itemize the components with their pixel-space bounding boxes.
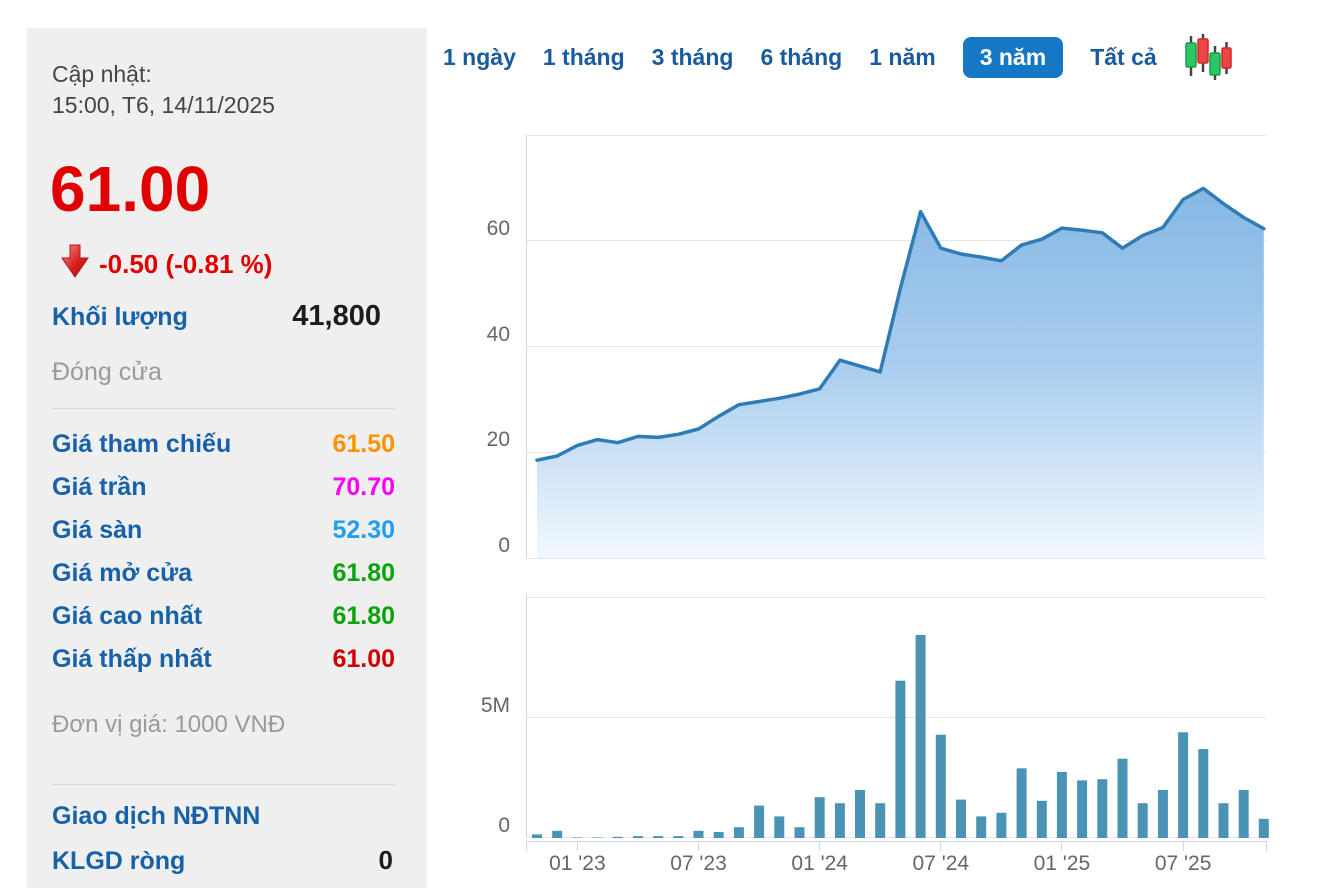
row-label: Giá mở cửa [52, 559, 192, 588]
row-value: 61.80 [332, 602, 395, 631]
x-axis-tick [1266, 842, 1267, 851]
chart-range-tabs: 1 ngày 1 tháng 3 tháng 6 tháng 1 năm 3 n… [443, 36, 1232, 78]
volume-label: Khối lượng [52, 303, 188, 332]
x-axis-tick [819, 842, 820, 851]
row-value: 61.00 [332, 645, 395, 674]
net-volume-value: 0 [379, 845, 393, 876]
x-axis-tick-label: 07 '24 [896, 852, 986, 876]
candlestick-icon[interactable] [1184, 34, 1232, 80]
row-label: Giá cao nhất [52, 602, 202, 631]
volume-bar-chart[interactable] [526, 593, 1267, 839]
price-change-value: -0.50 (-0.81 %) [99, 249, 272, 280]
quote-sidebar: Cập nhật: 15:00, T6, 14/11/2025 61.00 -0… [27, 28, 427, 888]
row-floor-price: Giá sàn 52.30 [52, 516, 395, 559]
row-label: Giá thấp nhất [52, 645, 212, 674]
divider [52, 784, 395, 785]
x-axis-tick-label: 07 '23 [654, 852, 744, 876]
row-ceiling-price: Giá trần 70.70 [52, 473, 395, 516]
divider [52, 408, 395, 409]
volume-value: 41,800 [292, 300, 381, 333]
x-axis-tick [940, 842, 941, 851]
y-axis-tick-label: 5M [430, 695, 510, 717]
x-axis-tick-label: 01 '24 [775, 852, 865, 876]
x-axis-tick-label: 01 '23 [532, 852, 622, 876]
tab-3-years[interactable]: 3 năm [963, 37, 1063, 78]
row-open-price: Giá mở cửa 61.80 [52, 559, 395, 602]
volume-row: Khối lượng 41,800 [52, 300, 381, 333]
updated-time: 15:00, T6, 14/11/2025 [52, 92, 275, 119]
x-axis: 01 '23 07 '23 01 '24 07 '24 01 '25 07 '25 [526, 841, 1267, 888]
row-label: Giá tham chiếu [52, 430, 231, 459]
updated-label: Cập nhật: [52, 61, 152, 88]
row-value: 52.30 [332, 516, 395, 545]
price-change-row: -0.50 (-0.81 %) [60, 243, 272, 285]
tab-6-months[interactable]: 6 tháng [760, 44, 842, 71]
tab-1-day[interactable]: 1 ngày [443, 44, 516, 71]
net-volume-label: KLGD ròng [52, 847, 185, 876]
current-price: 61.00 [50, 156, 210, 223]
row-label: Giá trần [52, 473, 146, 502]
price-unit-note: Đơn vị giá: 1000 VNĐ [52, 711, 285, 739]
y-axis-tick-label: 0 [430, 815, 510, 837]
tab-all[interactable]: Tất cả [1090, 44, 1156, 71]
row-value: 70.70 [332, 473, 395, 502]
price-detail-rows: Giá tham chiếu 61.50 Giá trần 70.70 Giá … [52, 430, 395, 688]
tab-1-month[interactable]: 1 tháng [543, 44, 625, 71]
x-axis-tick [1183, 842, 1184, 851]
x-axis-tick-label: 07 '25 [1138, 852, 1228, 876]
y-axis-tick-label: 40 [430, 324, 510, 346]
x-axis-tick [698, 842, 699, 851]
price-area-chart[interactable] [526, 135, 1267, 560]
close-label: Đóng cửa [52, 358, 162, 387]
net-traded-volume-row: KLGD ròng 0 [52, 845, 393, 876]
down-arrow-icon [60, 243, 90, 285]
row-highest-price: Giá cao nhất 61.80 [52, 602, 395, 645]
row-label: Giá sàn [52, 516, 142, 545]
row-reference-price: Giá tham chiếu 61.50 [52, 430, 395, 473]
row-lowest-price: Giá thấp nhất 61.00 [52, 645, 395, 688]
x-axis-tick [526, 842, 527, 851]
x-axis-tick [1061, 842, 1062, 851]
foreign-trading-label: Giao dịch NĐTNN [52, 802, 260, 831]
y-axis-tick-label: 0 [430, 535, 510, 557]
tab-3-months[interactable]: 3 tháng [652, 44, 734, 71]
tab-1-year[interactable]: 1 năm [869, 44, 935, 71]
row-value: 61.80 [332, 559, 395, 588]
stock-quote-page: Cập nhật: 15:00, T6, 14/11/2025 61.00 -0… [0, 0, 1338, 888]
y-axis-tick-label: 60 [430, 218, 510, 240]
y-axis-tick-label: 20 [430, 429, 510, 451]
x-axis-tick [577, 842, 578, 851]
row-value: 61.50 [332, 430, 395, 459]
x-axis-tick-label: 01 '25 [1017, 852, 1107, 876]
